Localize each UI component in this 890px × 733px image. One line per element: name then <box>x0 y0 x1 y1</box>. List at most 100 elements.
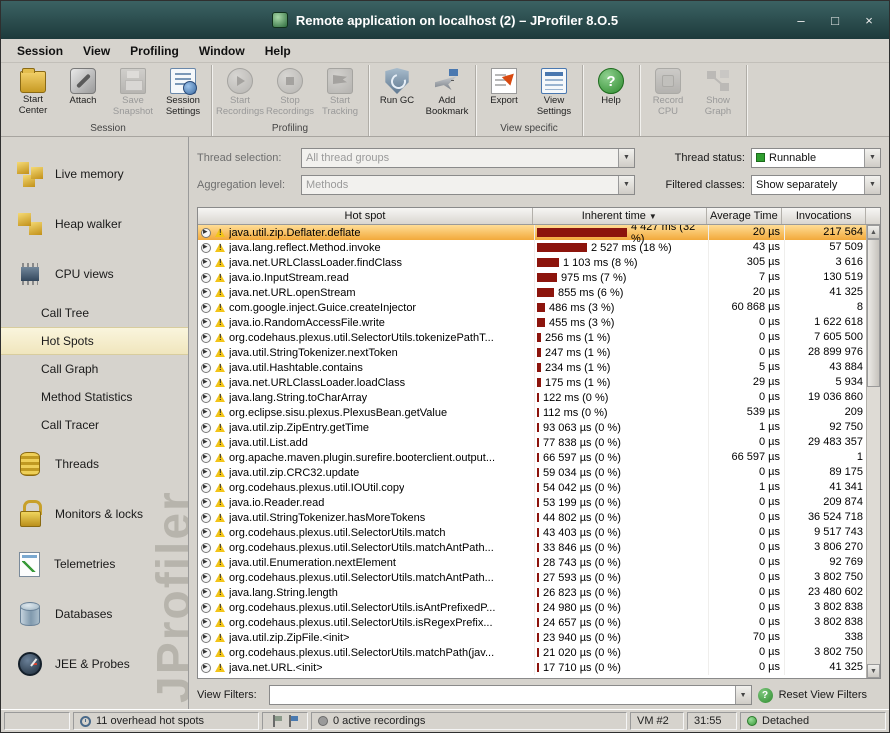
table-row[interactable]: java.net.URLClassLoader.loadClass 175 ms … <box>198 375 868 390</box>
status-vm[interactable]: VM #2 <box>630 712 684 730</box>
help-button[interactable]: Help <box>586 65 636 123</box>
view-filters-input[interactable] <box>270 689 735 701</box>
scroll-up-icon[interactable] <box>867 225 880 239</box>
chevron-down-icon[interactable] <box>864 148 880 167</box>
table-row[interactable]: org.codehaus.plexus.util.SelectorUtils.i… <box>198 615 868 630</box>
table-row[interactable]: org.codehaus.plexus.util.SelectorUtils.m… <box>198 540 868 555</box>
expand-icon[interactable] <box>201 451 211 463</box>
scroll-down-icon[interactable] <box>867 664 880 678</box>
status-active-recordings[interactable]: 0 active recordings <box>311 712 627 730</box>
column-header-inherent-time[interactable]: Inherent time <box>533 208 707 224</box>
table-row[interactable]: java.lang.reflect.Method.invoke 2 527 ms … <box>198 240 868 255</box>
table-row[interactable]: java.io.Reader.read 53 199 µs (0 %) 0 µs20… <box>198 495 868 510</box>
start-center-button[interactable]: Start Center <box>8 65 58 123</box>
table-row[interactable]: org.eclipse.sisu.plexus.PlexusBean.getVa… <box>198 405 868 420</box>
table-row[interactable]: org.codehaus.plexus.util.SelectorUtils.i… <box>198 600 868 615</box>
expand-icon[interactable] <box>201 271 211 283</box>
expand-icon[interactable] <box>201 256 211 268</box>
title-bar[interactable]: Remote application on localhost (2) – JP… <box>1 1 889 39</box>
table-scrollbar[interactable] <box>866 225 880 678</box>
sidebar-item-hot-spots[interactable]: Hot Spots <box>1 327 188 355</box>
table-row[interactable]: java.io.InputStream.read 975 ms (7 %) 7 µs… <box>198 270 868 285</box>
menu-help[interactable]: Help <box>255 41 301 61</box>
chevron-down-icon[interactable] <box>864 175 880 194</box>
table-row[interactable]: org.codehaus.plexus.util.SelectorUtils.m… <box>198 645 868 660</box>
expand-icon[interactable] <box>201 571 211 583</box>
table-row[interactable]: org.codehaus.plexus.util.SelectorUtils.t… <box>198 330 868 345</box>
column-header-invocations[interactable]: Invocations <box>782 208 867 224</box>
expand-icon[interactable] <box>201 226 211 238</box>
table-row[interactable]: java.net.URLClassLoader.findClass 1 103 m… <box>198 255 868 270</box>
expand-icon[interactable] <box>201 511 211 523</box>
aggregation-level-combo[interactable]: Methods <box>301 174 635 195</box>
maximize-button[interactable]: □ <box>827 13 843 28</box>
expand-icon[interactable] <box>201 241 211 253</box>
table-row[interactable]: java.util.zip.ZipEntry.getTime 93 063 µs … <box>198 420 868 435</box>
table-row[interactable]: java.net.URL.<init> 17 710 µs (0 %) 0 µs41… <box>198 660 868 675</box>
expand-icon[interactable] <box>201 631 211 643</box>
sidebar-item-databases[interactable]: Databases <box>1 589 188 639</box>
sidebar-item-threads[interactable]: Threads <box>1 439 188 489</box>
table-row[interactable]: org.apache.maven.plugin.surefire.booterc… <box>198 450 868 465</box>
view-settings-button[interactable]: View Settings <box>529 65 579 123</box>
menu-window[interactable]: Window <box>189 41 255 61</box>
expand-icon[interactable] <box>201 601 211 613</box>
menu-profiling[interactable]: Profiling <box>120 41 189 61</box>
sidebar-item-method-statistics[interactable]: Method Statistics <box>1 383 188 411</box>
table-row[interactable]: org.codehaus.plexus.util.IOUtil.copy 54 0… <box>198 480 868 495</box>
table-row[interactable]: java.util.zip.CRC32.update 59 034 µs (0 %… <box>198 465 868 480</box>
thread-status-combo[interactable]: Runnable <box>751 147 881 168</box>
expand-icon[interactable] <box>201 376 211 388</box>
expand-icon[interactable] <box>201 331 211 343</box>
close-button[interactable]: × <box>861 13 877 28</box>
table-row[interactable]: org.codehaus.plexus.util.SelectorUtils.m… <box>198 525 868 540</box>
table-row[interactable]: java.util.Hashtable.contains 234 ms (1 %)… <box>198 360 868 375</box>
help-circle-icon[interactable] <box>757 687 773 703</box>
menu-view[interactable]: View <box>73 41 120 61</box>
expand-icon[interactable] <box>201 526 211 538</box>
table-row[interactable]: java.lang.String.toCharArray 122 ms (0 %)… <box>198 390 868 405</box>
session-settings-button[interactable]: Session Settings <box>158 65 208 123</box>
table-row[interactable]: java.util.zip.ZipFile.<init> 23 940 µs (0… <box>198 630 868 645</box>
chevron-down-icon[interactable] <box>618 175 634 194</box>
status-overhead-hotspots[interactable]: 11 overhead hot spots <box>73 712 259 730</box>
expand-icon[interactable] <box>201 586 211 598</box>
record-cpu-button[interactable]: Record CPU <box>643 65 693 123</box>
expand-icon[interactable] <box>201 466 211 478</box>
sidebar-item-telemetries[interactable]: Telemetries <box>1 539 188 589</box>
stop-recordings-button[interactable]: Stop Recordings <box>265 65 315 123</box>
table-row[interactable]: com.google.inject.Guice.createInjector 48… <box>198 300 868 315</box>
expand-icon[interactable] <box>201 391 211 403</box>
expand-icon[interactable] <box>201 286 211 298</box>
start-recordings-button[interactable]: Start Recordings <box>215 65 265 123</box>
sidebar-item-jee-probes[interactable]: JEE & Probes <box>1 639 188 689</box>
expand-icon[interactable] <box>201 646 211 658</box>
expand-icon[interactable] <box>201 316 211 328</box>
minimize-button[interactable]: – <box>793 13 809 28</box>
expand-icon[interactable] <box>201 616 211 628</box>
filtered-classes-combo[interactable]: Show separately <box>751 174 881 195</box>
column-header-hotspot[interactable]: Hot spot <box>198 208 534 224</box>
expand-icon[interactable] <box>201 541 211 553</box>
chevron-down-icon[interactable] <box>734 686 751 704</box>
sidebar-item-live-memory[interactable]: Live memory <box>1 149 188 199</box>
thread-selection-combo[interactable]: All thread groups <box>301 147 635 168</box>
reset-view-filters-button[interactable]: Reset View Filters <box>779 689 881 701</box>
table-row[interactable]: java.util.List.add 77 838 µs (0 %) 0 µs29 … <box>198 435 868 450</box>
sidebar-item-monitors-locks[interactable]: Monitors & locks <box>1 489 188 539</box>
status-bookmarks[interactable] <box>262 712 308 730</box>
table-row[interactable]: org.codehaus.plexus.util.SelectorUtils.m… <box>198 570 868 585</box>
expand-icon[interactable] <box>201 421 211 433</box>
expand-icon[interactable] <box>201 556 211 568</box>
column-header-average-time[interactable]: Average Time <box>707 208 783 224</box>
expand-icon[interactable] <box>201 346 211 358</box>
table-row[interactable]: java.util.StringTokenizer.hasMoreTokens 4… <box>198 510 868 525</box>
expand-icon[interactable] <box>201 406 211 418</box>
attach-button[interactable]: Attach <box>58 65 108 123</box>
expand-icon[interactable] <box>201 661 211 673</box>
show-graph-button[interactable]: Show Graph <box>693 65 743 123</box>
expand-icon[interactable] <box>201 361 211 373</box>
expand-icon[interactable] <box>201 301 211 313</box>
sidebar-item-call-tree[interactable]: Call Tree <box>1 299 188 327</box>
sidebar-item-cpu-views[interactable]: CPU views <box>1 249 188 299</box>
